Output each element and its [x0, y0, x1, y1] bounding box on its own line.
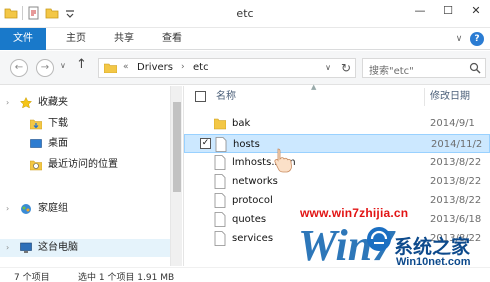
folder-icon — [104, 63, 117, 73]
breadcrumb-etc[interactable]: etc — [193, 62, 209, 73]
column-header-name[interactable]: 名称 — [216, 86, 236, 108]
breadcrumb-drivers[interactable]: Drivers — [137, 62, 173, 73]
sidebar-item-desktop[interactable]: 桌面 — [0, 135, 170, 153]
watermark-logo-icon — [367, 227, 391, 251]
list-item[interactable]: lmhosts.sam 2013/8/22 — [184, 153, 490, 172]
sidebar-item-downloads[interactable]: 下载 — [0, 115, 170, 133]
help-icon[interactable]: ? — [470, 32, 484, 46]
download-folder-icon — [30, 119, 42, 130]
file-name: services — [232, 233, 274, 244]
tab-share[interactable]: 共享 — [104, 28, 144, 50]
list-item[interactable]: networks 2013/8/22 — [184, 172, 490, 191]
refresh-icon[interactable]: ↻ — [341, 61, 351, 75]
forward-button[interactable]: → — [36, 59, 54, 77]
homegroup-icon — [21, 204, 31, 214]
recent-locations-icon[interactable]: ∨ — [60, 61, 66, 70]
folder-icon — [214, 118, 226, 130]
watermark-url: www.win7zhijia.cn — [300, 206, 409, 220]
file-icon — [215, 137, 227, 152]
navigation-pane-scrollbar[interactable] — [170, 86, 182, 266]
file-icon — [214, 155, 226, 170]
search-box[interactable]: 搜索"etc" — [362, 58, 486, 78]
column-header-date[interactable]: 修改日期 — [430, 86, 470, 108]
breadcrumb-overflow[interactable]: « — [123, 62, 129, 72]
breadcrumb-separator[interactable]: › — [181, 62, 185, 72]
up-button[interactable]: ↑ — [76, 57, 87, 72]
file-date: 2014/11/2 — [431, 139, 483, 150]
recent-places-icon — [30, 160, 42, 171]
ribbon-tabs: 文件 主页 共享 查看 ∨ ? — [0, 28, 490, 50]
tab-home[interactable]: 主页 — [56, 28, 96, 50]
file-date: 2014/9/1 — [430, 118, 475, 129]
collapse-arrow-icon[interactable]: › — [6, 94, 9, 112]
navigation-bar: ← → ∨ ↑ « Drivers › etc ∨ ↻ 搜索"etc" — [0, 51, 490, 85]
sidebar-item-this-pc[interactable]: › 这台电脑 — [0, 239, 170, 257]
address-dropdown-icon[interactable]: ∨ — [325, 63, 331, 72]
item-count: 7 个项目 — [14, 273, 50, 282]
collapse-arrow-icon[interactable]: › — [6, 200, 9, 218]
selection-info: 选中 1 个项目 1.91 MB — [78, 273, 175, 282]
this-pc-icon — [20, 242, 32, 253]
collapse-arrow-icon[interactable]: › — [6, 239, 9, 257]
hand-cursor-icon — [274, 148, 292, 173]
address-bar[interactable]: « Drivers › etc ∨ ↻ — [98, 58, 356, 78]
file-icon — [214, 212, 226, 227]
file-name: quotes — [232, 214, 267, 225]
back-button[interactable]: ← — [10, 59, 28, 77]
close-button[interactable]: ✕ — [462, 0, 490, 22]
tab-file[interactable]: 文件 — [0, 28, 46, 50]
sort-arrow-icon: ▲ — [311, 83, 317, 91]
file-date: 2013/8/22 — [430, 176, 482, 187]
sidebar-item-recent-places[interactable]: 最近访问的位置 — [0, 156, 170, 174]
sidebar-item-label: 收藏夹 — [38, 97, 68, 108]
sidebar-item-homegroup[interactable]: › 家庭组 — [0, 200, 170, 218]
file-icon — [214, 193, 226, 208]
star-icon — [20, 97, 32, 109]
tab-view[interactable]: 查看 — [152, 28, 192, 50]
search-icon[interactable] — [469, 62, 481, 74]
file-name: protocol — [232, 195, 273, 206]
sidebar-item-label: 最近访问的位置 — [48, 159, 118, 170]
list-item-selected[interactable]: ✓ hosts 2014/11/2 — [184, 134, 490, 153]
minimize-button[interactable]: — — [406, 0, 434, 22]
list-item[interactable]: bak 2014/9/1 — [184, 114, 490, 133]
file-icon — [214, 231, 226, 246]
search-input[interactable]: 搜索"etc" — [369, 62, 414, 77]
sidebar-item-favorites[interactable]: › 收藏夹 — [0, 94, 170, 112]
file-icon — [214, 174, 226, 189]
scrollbar-thumb[interactable] — [173, 102, 181, 192]
column-divider[interactable] — [424, 88, 425, 106]
file-name: bak — [232, 118, 251, 129]
navigation-pane: › 收藏夹 下载 桌面 最近访问的位置 › 家庭组 › 这台电脑 — [0, 86, 182, 266]
watermark-brand: 系统之家 — [394, 237, 471, 258]
file-date: 2013/8/22 — [430, 157, 482, 168]
desktop-icon — [30, 139, 42, 148]
file-name: networks — [232, 176, 278, 187]
ribbon-expand-icon[interactable]: ∨ — [452, 32, 466, 46]
file-date: 2013/6/18 — [430, 214, 482, 225]
file-date: 2013/8/22 — [430, 195, 482, 206]
select-all-checkbox[interactable] — [195, 91, 206, 102]
file-name: hosts — [233, 139, 260, 150]
row-checkbox[interactable]: ✓ — [200, 138, 211, 149]
title-bar: etc — ☐ ✕ — [0, 0, 490, 28]
status-bar: 7 个项目 选中 1 个项目 1.91 MB — [0, 267, 490, 282]
sidebar-item-label: 桌面 — [48, 138, 68, 149]
maximize-button[interactable]: ☐ — [434, 0, 462, 22]
sidebar-item-label: 下载 — [48, 118, 68, 129]
sidebar-item-label: 这台电脑 — [38, 242, 78, 253]
sidebar-item-label: 家庭组 — [38, 203, 68, 214]
